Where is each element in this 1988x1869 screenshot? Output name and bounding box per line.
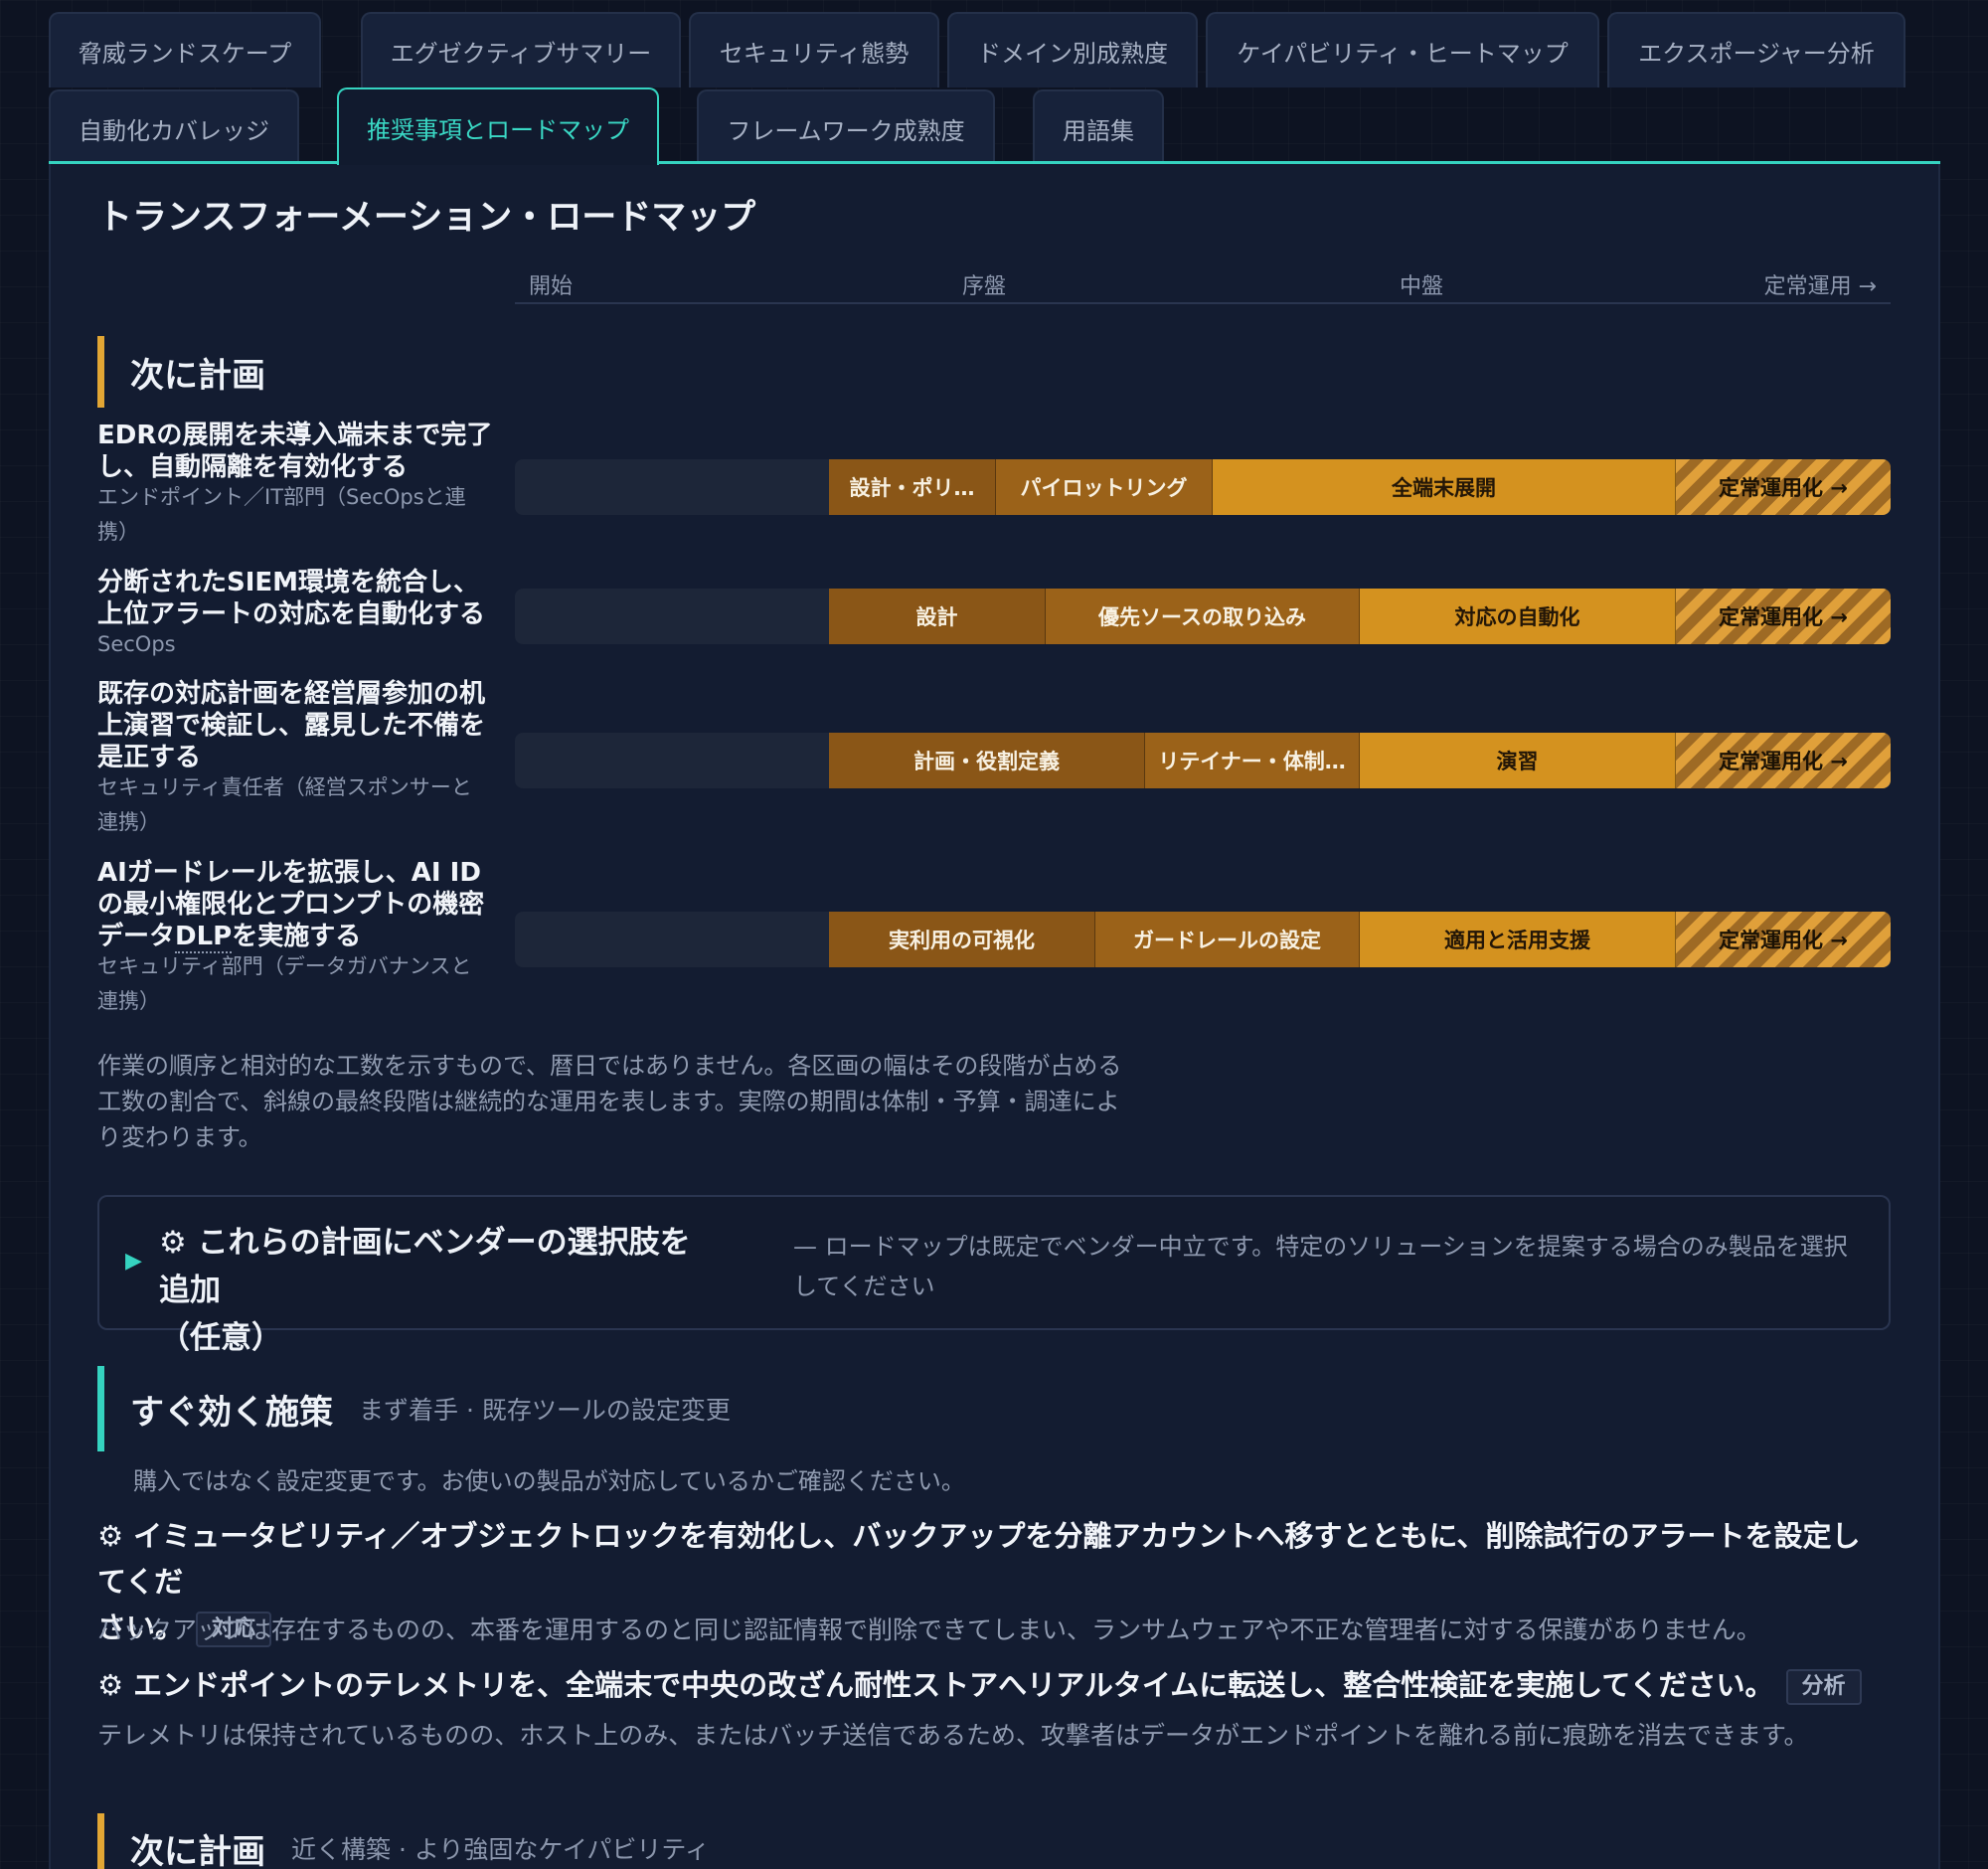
tab-automation-coverage[interactable]: 自動化カバレッジ (49, 89, 299, 165)
tab-underline (49, 161, 1940, 164)
roadmap-title: トランスフォーメーション・ロードマップ (97, 198, 756, 238)
phase-segment: 設計・ポリ… (829, 459, 996, 515)
phase-segment-steady: 定常運用化 → (1676, 459, 1891, 515)
tab-domain-maturity[interactable]: ドメイン別成熟度 (947, 12, 1198, 87)
roadmap-note: 作業の順序と相対的な工数を示すもので、暦日ではありません。各区画の幅はその段階が… (97, 1052, 1122, 1151)
timeline-steady: 定常運用 → (1763, 274, 1877, 299)
phase-segment: ガードレールの設定 (1095, 912, 1360, 967)
timeline-start: 開始 (529, 274, 574, 299)
roadmap-row-owner: セキュリティ責任者（経営スポンサーと 連携） (97, 775, 472, 834)
section-next-plan-detail: 次に計画 近く構築 · より強固なケイパビリティ (97, 1813, 710, 1869)
vendor-options-disclosure[interactable]: ▶ ⚙ これらの計画にベンダーの選択肢を追加 （任意） — ロードマップは既定で… (97, 1195, 1891, 1356)
roadmap-row-owner: SecOps (97, 632, 176, 656)
phase-segment: 実利用の可視化 (829, 912, 1095, 967)
phase-segment: 適用と活用支援 (1360, 912, 1676, 967)
tab-exposure-analysis[interactable]: エクスポージャー分析 (1607, 12, 1905, 87)
quick-win-title: ⚙ エンドポイントのテレメトリを、全端末で中央の改ざん耐性ストアへリアルタイムに… (97, 1662, 1887, 1708)
phase-segment: 計画・役割定義 (829, 733, 1145, 788)
quick-win-description: バックアップは存在するものの、本番を運用するのと同じ認証情報で削除できてしまい、… (97, 1615, 1761, 1644)
roadmap-bar: 設計 優先ソースの取り込み 対応の自動化 定常運用化 → (515, 589, 1891, 644)
tab-glossary[interactable]: 用語集 (1033, 89, 1164, 165)
roadmap-row-owner: エンドポイント／IT部門（SecOpsと連 携） (97, 485, 466, 544)
phase-segment-steady: 定常運用化 → (1676, 912, 1891, 967)
phase-segment-steady: 定常運用化 → (1676, 589, 1891, 644)
tab-recommendations-roadmap[interactable]: 推奨事項とロードマップ (337, 87, 659, 165)
tab-capability-heatmap[interactable]: ケイパビリティ・ヒートマップ (1206, 12, 1599, 87)
phase-segment-steady: 定常運用化 → (1676, 733, 1891, 788)
phase-segment: 対応の自動化 (1360, 589, 1676, 644)
gear-icon: ⚙ (97, 1668, 123, 1702)
roadmap-bar: 計画・役割定義 リテイナー・体制… 演習 定常運用化 → (515, 733, 1891, 788)
gear-icon: ⚙ (97, 1519, 123, 1553)
roadmap-row-title: 既存の対応計画を経営層参加の机 上演習で検証し、露見した不備を 是正する (97, 679, 486, 772)
tab-executive-summary[interactable]: エグゼクティブサマリー (361, 12, 681, 87)
tab-row-secondary: 自動化カバレッジ 推奨事項とロードマップ フレームワーク成熟度 用語集 (49, 87, 1164, 165)
vendor-options-subtitle: — ロードマップは既定でベンダー中立です。特定のソリューションを提案する場合のみ… (793, 1233, 1848, 1300)
tab-row-primary: 脅威ランドスケープ エグゼクティブサマリー セキュリティ態勢 ドメイン別成熟度 … (49, 12, 1905, 87)
roadmap-bar: 実利用の可視化 ガードレールの設定 適用と活用支援 定常運用化 → (515, 912, 1891, 967)
category-tag: 分析 (1785, 1669, 1862, 1705)
section-subtitle: 近く構築 · より強固なケイパビリティ (291, 1835, 710, 1864)
phase-segment: 優先ソースの取り込み (1046, 589, 1360, 644)
roadmap-row-title: AIガードレールを拡張し、AI ID の最小権限化とプロンプトの機密 データDL… (97, 858, 485, 953)
roadmap-row-title: EDRの展開を未導入端末まで完了 し、自動隔離を有効化する (97, 421, 493, 482)
quick-wins-intro: 購入ではなく設定変更です。お使いの製品が対応しているかご確認ください。 (133, 1467, 965, 1495)
roadmap-row-owner: セキュリティ部門（データガバナンスと 連携） (97, 954, 472, 1013)
tab-framework-maturity[interactable]: フレームワーク成熟度 (697, 89, 995, 165)
quick-win-description: テレメトリは保持されているものの、ホスト上のみ、またはバッチ送信であるため、攻撃… (97, 1721, 1809, 1750)
tab-security-posture[interactable]: セキュリティ態勢 (689, 12, 939, 87)
roadmap-bar: 設計・ポリ… パイロットリング 全端末展開 定常運用化 → (515, 459, 1891, 515)
section-title: すぐ効く施策 (130, 1392, 333, 1433)
tab-threat-landscape[interactable]: 脅威ランドスケープ (49, 12, 321, 87)
timeline-early: 序盤 (962, 274, 1007, 299)
phase-segment: パイロットリング (996, 459, 1213, 515)
phase-segment: 設計 (829, 589, 1046, 644)
section-next-plan: 次に計画 (97, 336, 265, 408)
timeline-header: 開始 序盤 中盤 定常運用 → (515, 266, 1891, 304)
section-title: 次に計画 (130, 1831, 265, 1869)
expand-arrow-icon: ▶ (125, 1249, 142, 1274)
section-quick-wins: すぐ効く施策 まず着手 · 既存ツールの設定変更 (97, 1366, 731, 1451)
timeline-mid: 中盤 (1400, 274, 1444, 299)
phase-segment: 全端末展開 (1213, 459, 1676, 515)
section-subtitle: まず着手 · 既存ツールの設定変更 (359, 1396, 731, 1425)
vendor-options-title: ⚙ これらの計画にベンダーの選択肢を追加 （任意） (159, 1225, 691, 1356)
section-title: 次に計画 (130, 355, 265, 396)
phase-segment: リテイナー・体制… (1145, 733, 1360, 788)
roadmap-row-title: 分断されたSIEM環境を統合し、 上位アラートの対応を自動化する (97, 568, 486, 629)
phase-segment: 演習 (1360, 733, 1676, 788)
